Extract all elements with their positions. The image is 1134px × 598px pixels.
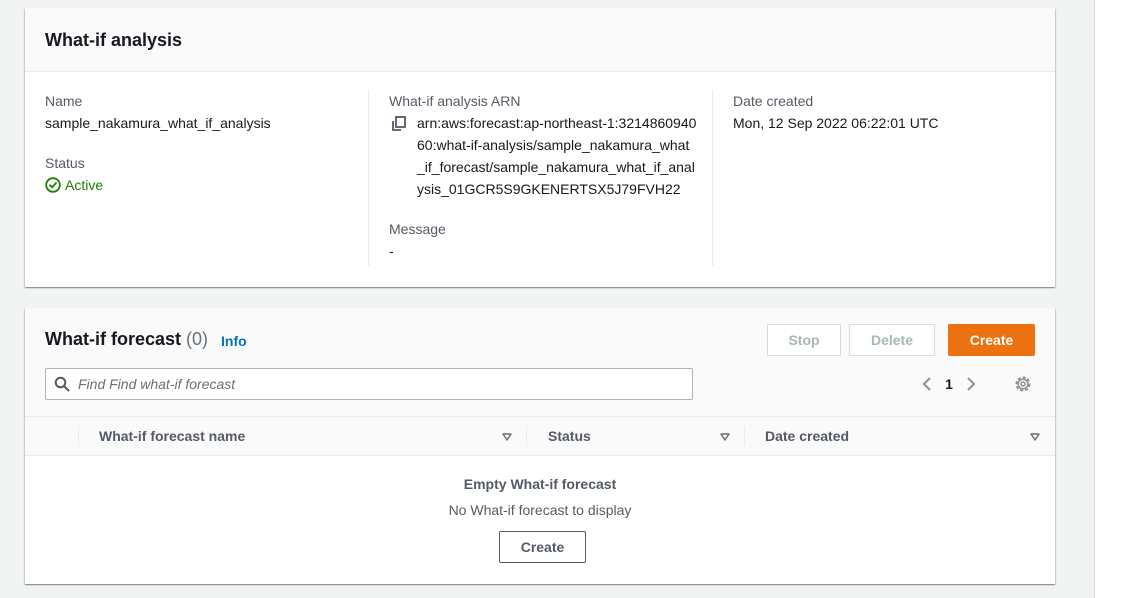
sort-icon[interactable] [719,431,731,443]
delete-button[interactable]: Delete [849,324,935,356]
forecast-title-text: What-if forecast [45,329,182,349]
empty-title: Empty What-if forecast [463,476,617,492]
name-label: Name [45,93,83,109]
analysis-details-panel: What-if analysis Name sample_nakamura_wh… [25,8,1055,287]
sort-icon[interactable] [1029,431,1041,443]
column-divider [78,426,79,446]
details-column-2: What-if analysis ARN arn:aws:forecast:ap… [389,92,709,262]
pagination: 1 [917,374,981,394]
column-header-name[interactable]: What-if forecast name [99,417,245,455]
gear-icon[interactable] [1013,374,1033,394]
forecast-count: (0) [186,329,209,349]
column-divider [712,90,713,266]
page-number[interactable]: 1 [937,376,961,392]
check-circle-icon [45,177,61,193]
message-value: - [389,243,394,259]
status-value: Active [65,177,104,193]
forecast-title: What-if forecast (0) [45,329,208,350]
arn-value: arn:aws:forecast:ap-northeast-1:32148609… [417,115,697,197]
column-divider [526,426,527,446]
search-icon [54,376,70,392]
search-placeholder: Find Find what-if forecast [78,376,236,392]
empty-state: Empty What-if forecast No What-if foreca… [25,456,1055,519]
details-column-1: Name sample_nakamura_what_if_analysis St… [45,92,365,196]
analysis-details-header: What-if analysis [25,8,1055,72]
create-button[interactable]: Create [948,324,1035,356]
analysis-title: What-if analysis [45,30,183,50]
stop-button[interactable]: Stop [767,324,841,356]
name-value: sample_nakamura_what_if_analysis [45,115,271,131]
chevron-right-icon[interactable] [961,374,981,394]
analysis-details-columns: Name sample_nakamura_what_if_analysis St… [25,72,1055,286]
column-divider [744,426,745,446]
sort-icon[interactable] [501,431,513,443]
forecast-table-header: What-if forecast (0) Info Stop Delete Cr… [25,308,1055,416]
empty-create-button[interactable]: Create [499,531,586,563]
column-header-date[interactable]: Date created [765,417,849,455]
copy-icon[interactable] [389,114,409,134]
forecast-table-panel: What-if forecast (0) Info Stop Delete Cr… [25,308,1055,584]
right-rail [1094,0,1134,598]
date-created-label: Date created [733,93,814,109]
column-header-status[interactable]: Status [548,417,591,455]
arn-row: arn:aws:forecast:ap-northeast-1:32148609… [389,112,709,200]
column-divider [368,90,369,266]
arn-label: What-if analysis ARN [389,93,521,109]
search-input[interactable]: Find Find what-if forecast [45,368,693,400]
table-header-row: What-if forecast name Status Date create… [25,416,1055,456]
message-label: Message [389,221,446,237]
date-created-value: Mon, 12 Sep 2022 06:22:01 UTC [733,115,939,131]
info-link[interactable]: Info [221,333,247,349]
status-label: Status [45,155,85,171]
empty-message: No What-if forecast to display [448,502,632,518]
chevron-left-icon[interactable] [917,374,937,394]
details-column-3: Date created Mon, 12 Sep 2022 06:22:01 U… [733,92,1033,134]
status-indicator: Active [45,174,365,196]
